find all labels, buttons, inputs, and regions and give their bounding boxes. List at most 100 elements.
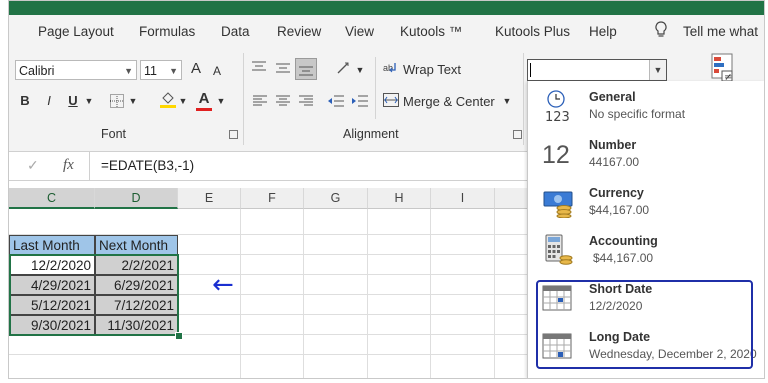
format-sample-accounting: $44,167.00 bbox=[593, 251, 654, 265]
align-center-icon[interactable] bbox=[275, 95, 291, 110]
tab-kutools[interactable]: Kutools ™ bbox=[400, 24, 462, 39]
font-name-combo[interactable]: Calibri ▼ bbox=[15, 60, 137, 80]
cell-d3[interactable]: 2/2/2021 bbox=[95, 255, 178, 275]
cell-c6[interactable]: 9/30/2021 bbox=[9, 315, 95, 335]
font-size-combo[interactable]: 11 ▼ bbox=[140, 60, 182, 80]
formula-bar: ✓ fx =EDATE(B3,-1) bbox=[9, 151, 529, 181]
tab-data[interactable]: Data bbox=[221, 24, 250, 39]
chevron-down-icon[interactable]: ▼ bbox=[355, 60, 365, 80]
shrink-font-button[interactable]: A bbox=[211, 61, 223, 81]
font-dialog-launcher-icon[interactable] bbox=[229, 130, 238, 139]
format-option-number[interactable]: 12 Number 44167.00 bbox=[528, 129, 764, 177]
column-header-i[interactable]: I bbox=[431, 188, 495, 209]
tab-help[interactable]: Help bbox=[589, 24, 617, 39]
left-arrow-icon: ← bbox=[212, 270, 234, 300]
cell-d4[interactable]: 6/29/2021 bbox=[95, 275, 178, 295]
format-title-number: Number bbox=[589, 138, 637, 152]
format-title-currency: Currency bbox=[589, 186, 644, 200]
number-format-combo[interactable]: ▼ bbox=[527, 59, 667, 81]
format-option-currency[interactable]: Currency $44,167.00 bbox=[528, 177, 764, 225]
fill-handle[interactable] bbox=[175, 332, 183, 340]
format-sample-number: 44167.00 bbox=[589, 155, 640, 169]
column-header-c[interactable]: C bbox=[9, 188, 95, 209]
bold-button[interactable]: B bbox=[17, 91, 33, 111]
orientation-icon[interactable] bbox=[335, 60, 353, 79]
format-sample-general: No specific format bbox=[589, 107, 686, 121]
font-name-value: Calibri bbox=[19, 64, 55, 78]
align-right-icon[interactable] bbox=[298, 95, 314, 110]
wrap-text-button[interactable]: Wrap Text bbox=[403, 62, 461, 77]
align-top-icon[interactable] bbox=[251, 61, 267, 76]
currency-icon bbox=[542, 186, 576, 219]
font-group-label: Font bbox=[101, 127, 127, 141]
increase-indent-icon[interactable] bbox=[351, 94, 369, 111]
chevron-down-icon[interactable]: ▼ bbox=[127, 91, 139, 111]
tab-page-layout[interactable]: Page Layout bbox=[38, 24, 114, 39]
format-option-general[interactable]: 123 General No specific format bbox=[528, 81, 764, 129]
font-size-value: 11 bbox=[144, 64, 157, 78]
align-left-icon[interactable] bbox=[252, 95, 268, 110]
format-title-general: General bbox=[589, 90, 636, 104]
text-cursor bbox=[530, 63, 531, 77]
cell-d5[interactable]: 7/12/2021 bbox=[95, 295, 178, 315]
grid-line bbox=[9, 354, 529, 355]
chevron-down-icon: ▼ bbox=[169, 66, 178, 76]
cell-d6[interactable]: 11/30/2021 bbox=[95, 315, 178, 335]
format-option-accounting[interactable]: Accounting $44,167.00 bbox=[528, 225, 764, 273]
chevron-down-icon: ▼ bbox=[124, 66, 133, 76]
align-middle-icon[interactable] bbox=[275, 62, 291, 77]
merge-center-button[interactable]: Merge & Center bbox=[403, 94, 495, 109]
tell-me-search[interactable]: Tell me what bbox=[683, 24, 758, 39]
worksheet-grid[interactable]: C D E F G H I Last Month Next Month 12/2… bbox=[9, 181, 529, 378]
decrease-indent-icon[interactable] bbox=[327, 94, 345, 111]
column-header-g[interactable]: G bbox=[304, 188, 368, 209]
title-bar bbox=[9, 1, 764, 15]
wrap-text-icon[interactable]: ab bbox=[383, 60, 399, 79]
column-header-blank bbox=[495, 188, 529, 209]
italic-button[interactable]: I bbox=[41, 91, 57, 111]
grow-font-button[interactable]: A bbox=[189, 59, 203, 79]
excel-window: Page Layout Formulas Data Review View Ku… bbox=[8, 0, 765, 379]
borders-icon[interactable] bbox=[110, 94, 124, 111]
cell-c5[interactable]: 5/12/2021 bbox=[9, 295, 95, 315]
tab-view[interactable]: View bbox=[345, 24, 374, 39]
general-icon-text: 123 bbox=[545, 110, 570, 122]
chevron-down-icon[interactable]: ▼ bbox=[83, 91, 95, 111]
insert-function-button[interactable]: fx bbox=[63, 157, 74, 174]
chevron-down-icon[interactable]: ▼ bbox=[215, 91, 227, 111]
cell-c2-header[interactable]: Last Month bbox=[9, 235, 95, 255]
cell-d2-header[interactable]: Next Month bbox=[95, 235, 178, 255]
font-color-swatch bbox=[196, 108, 212, 111]
column-header-f[interactable]: F bbox=[241, 188, 304, 209]
column-header-h[interactable]: H bbox=[368, 188, 431, 209]
chevron-down-icon[interactable]: ▼ bbox=[502, 91, 512, 111]
chevron-down-icon[interactable]: ▼ bbox=[177, 91, 189, 111]
font-color-button[interactable]: A bbox=[197, 89, 211, 109]
align-bottom-icon[interactable] bbox=[295, 58, 317, 80]
lightbulb-icon bbox=[655, 21, 667, 42]
cell-c4[interactable]: 4/29/2021 bbox=[9, 275, 95, 295]
cell-c3[interactable]: 12/2/2020 bbox=[9, 255, 95, 275]
accounting-icon bbox=[542, 234, 576, 266]
underline-button[interactable]: U bbox=[65, 91, 81, 111]
format-sample-currency: $44,167.00 bbox=[589, 203, 650, 217]
group-divider bbox=[523, 53, 524, 145]
tab-formulas[interactable]: Formulas bbox=[139, 24, 195, 39]
chevron-down-icon[interactable]: ▼ bbox=[649, 60, 666, 80]
number-icon: 12 bbox=[542, 141, 570, 169]
format-title-accounting: Accounting bbox=[589, 234, 658, 248]
merge-center-icon[interactable] bbox=[383, 93, 399, 110]
date-formats-highlight bbox=[536, 280, 753, 369]
ribbon-tabs: Page Layout Formulas Data Review View Ku… bbox=[9, 15, 764, 49]
cancel-entry-icon[interactable]: ✓ bbox=[27, 157, 39, 174]
group-divider bbox=[375, 57, 376, 119]
column-header-d[interactable]: D bbox=[95, 188, 178, 209]
formula-input[interactable]: =EDATE(B3,-1) bbox=[101, 158, 194, 173]
alignment-group-label: Alignment bbox=[343, 127, 399, 141]
column-header-e[interactable]: E bbox=[178, 188, 241, 209]
alignment-dialog-launcher-icon[interactable] bbox=[513, 130, 522, 139]
tab-review[interactable]: Review bbox=[277, 24, 321, 39]
tab-kutools-plus[interactable]: Kutools Plus bbox=[495, 24, 570, 39]
group-divider bbox=[243, 53, 244, 145]
fill-color-icon[interactable] bbox=[159, 90, 177, 111]
